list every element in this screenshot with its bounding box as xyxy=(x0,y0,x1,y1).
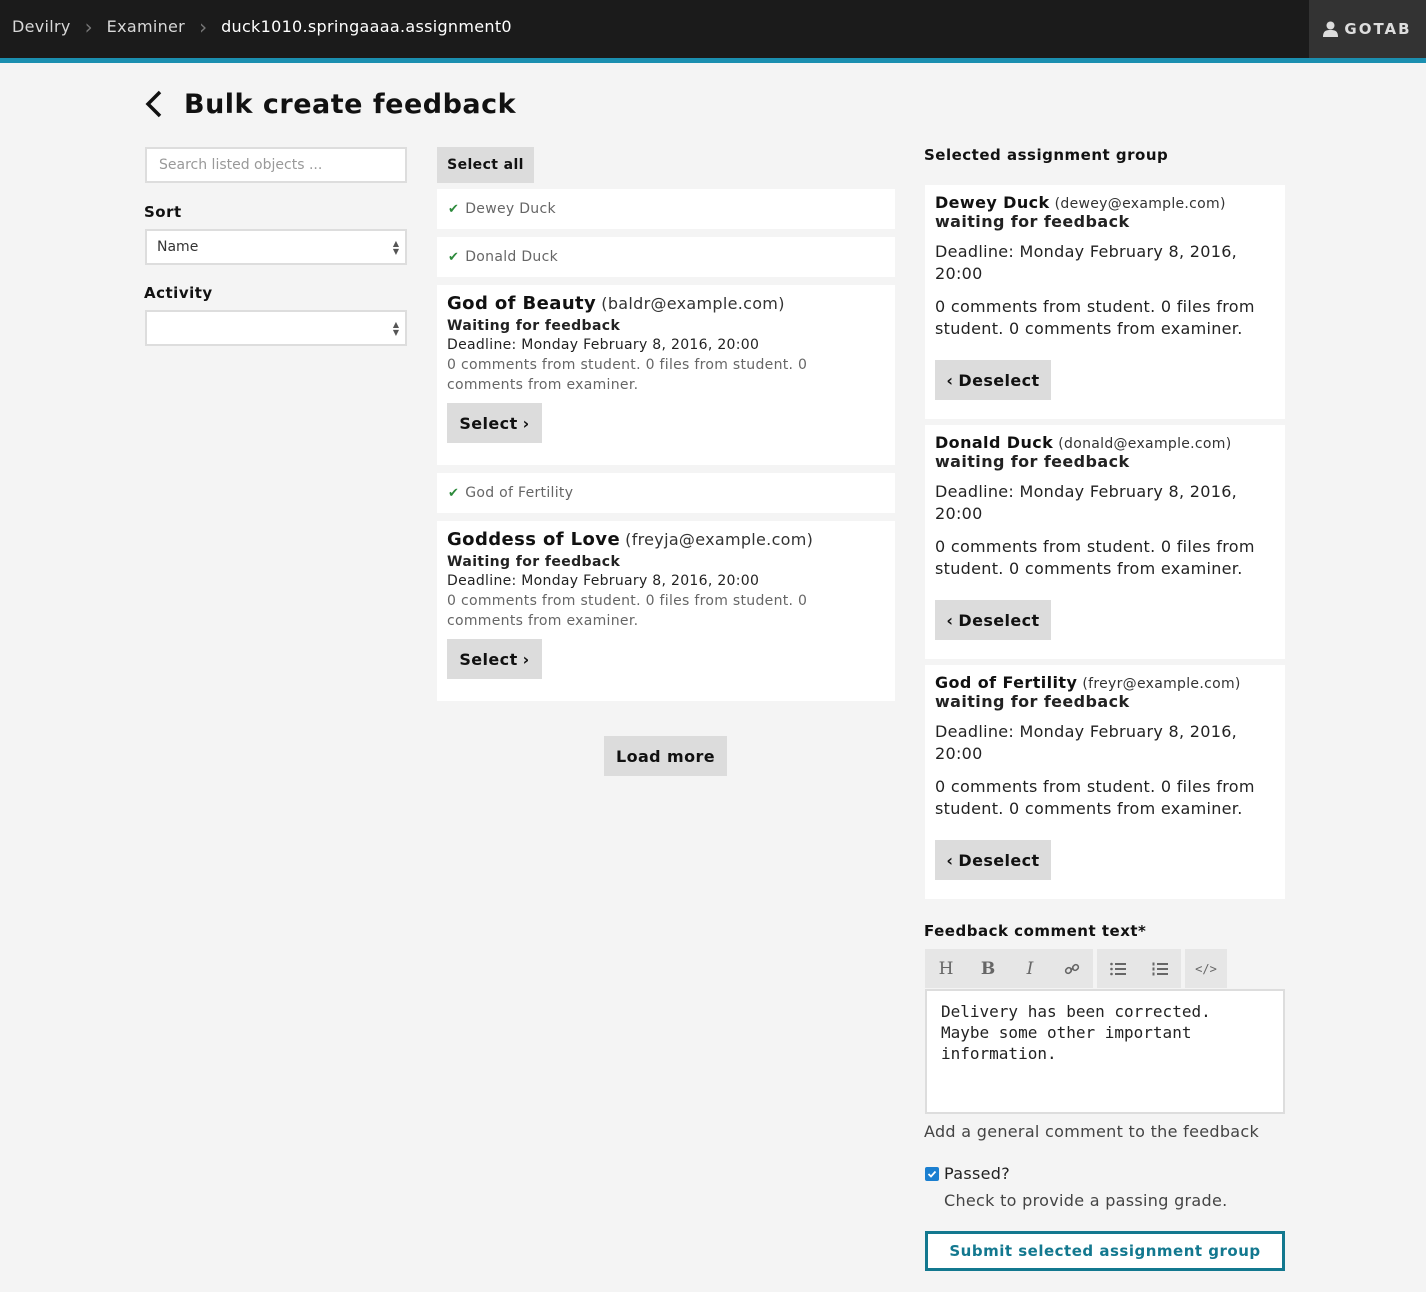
user-name: GOTAB xyxy=(1344,20,1412,38)
toolbar-group-lists xyxy=(1097,949,1181,988)
deadline-text: Deadline: Monday February 8, 2016, 20:00 xyxy=(935,242,1238,283)
passed-label[interactable]: Passed? xyxy=(944,1164,1010,1183)
user-icon xyxy=(1323,21,1339,37)
page-title: Bulk create feedback xyxy=(184,88,517,120)
chevron-right-icon: › xyxy=(522,413,530,433)
comments-summary: 0 comments from student. 0 files from st… xyxy=(935,777,1255,818)
sort-select-value: Name xyxy=(157,239,199,255)
toolbar-group-format: H B I xyxy=(925,949,1093,988)
deadline-text: Deadline: Monday February 8, 2016, 20:00 xyxy=(935,482,1238,523)
submit-button[interactable]: Submit selected assignment group xyxy=(925,1231,1285,1271)
passed-checkbox[interactable] xyxy=(925,1167,939,1181)
student-name: Donald Duck xyxy=(935,433,1054,452)
selected-list-item[interactable]: ✔ Donald Duck xyxy=(437,237,895,277)
student-email: (freyja@example.com) xyxy=(625,530,814,549)
selected-group-card: God of Fertility (freyr@example.com) wai… xyxy=(925,665,1285,899)
code-icon[interactable]: </> xyxy=(1185,949,1227,988)
student-name: Goddess of Love xyxy=(447,529,621,550)
bullet-list-icon[interactable] xyxy=(1097,949,1139,988)
status-text: waiting for feedback xyxy=(935,452,1130,471)
select-all-button[interactable]: Select all xyxy=(437,147,534,183)
bold-icon[interactable]: B xyxy=(967,949,1009,988)
list-item-name: Donald Duck xyxy=(465,249,558,265)
numbered-list-icon[interactable] xyxy=(1139,949,1181,988)
deselect-button-label: Deselect xyxy=(958,370,1040,390)
deadline-text: Deadline: Monday February 8, 2016, 20:00 xyxy=(935,722,1238,763)
deselect-button[interactable]: ‹ Deselect xyxy=(935,840,1051,880)
selected-group-card: Donald Duck (donald@example.com) waiting… xyxy=(925,425,1285,659)
breadcrumb: Devilry › Examiner › duck1010.springaaaa… xyxy=(12,14,512,39)
checkmark-icon: ✔ xyxy=(448,249,460,265)
sort-select[interactable]: Name ▲ ▼ xyxy=(145,229,407,265)
chevron-right-icon: › xyxy=(84,14,93,39)
breadcrumb-assignment: duck1010.springaaaa.assignment0 xyxy=(221,17,512,36)
student-email: (donald@example.com) xyxy=(1058,436,1232,452)
status-text: Waiting for feedback xyxy=(447,318,621,334)
breadcrumb-devilry[interactable]: Devilry xyxy=(12,17,71,36)
chevron-left-icon: ‹ xyxy=(946,370,954,390)
select-button-label: Select xyxy=(459,413,518,433)
top-navbar: Devilry › Examiner › duck1010.springaaaa… xyxy=(0,0,1426,63)
toolbar-group-code: </> xyxy=(1185,949,1227,988)
editor-toolbar: H B I </> xyxy=(925,949,1231,988)
comments-summary: 0 comments from student. 0 files from st… xyxy=(935,297,1255,338)
heading-icon[interactable]: H xyxy=(925,949,967,988)
selected-list-item[interactable]: ✔ God of Fertility xyxy=(437,473,895,513)
italic-icon[interactable]: I xyxy=(1009,949,1051,988)
selected-heading: Selected assignment group xyxy=(924,146,1169,164)
load-more-button[interactable]: Load more xyxy=(604,736,727,776)
deselect-button[interactable]: ‹ Deselect xyxy=(935,360,1051,400)
select-arrows-icon: ▲ ▼ xyxy=(392,320,399,337)
student-name: God of Beauty xyxy=(447,293,597,314)
activity-select[interactable]: ▲ ▼ xyxy=(145,310,407,346)
chevron-left-icon: ‹ xyxy=(946,850,954,870)
list-item-name: Dewey Duck xyxy=(465,201,556,217)
select-arrows-icon: ▲ ▼ xyxy=(392,239,399,256)
back-arrow-icon[interactable] xyxy=(144,88,168,120)
comments-summary: 0 comments from student. 0 files from st… xyxy=(447,593,808,629)
link-icon[interactable] xyxy=(1051,949,1093,988)
sort-label: Sort xyxy=(144,203,182,221)
page-header: Bulk create feedback xyxy=(144,88,516,120)
checkmark-icon: ✔ xyxy=(448,485,460,501)
chevron-right-icon: › xyxy=(522,649,530,669)
passed-help-text: Check to provide a passing grade. xyxy=(944,1191,1228,1210)
status-text: Waiting for feedback xyxy=(447,554,621,570)
select-button[interactable]: Select › xyxy=(447,403,542,443)
student-email: (dewey@example.com) xyxy=(1054,196,1226,212)
deadline-text: Deadline: Monday February 8, 2016, 20:00 xyxy=(447,337,760,353)
comments-summary: 0 comments from student. 0 files from st… xyxy=(447,357,808,393)
list-item: Goddess of Love (freyja@example.com) Wai… xyxy=(437,521,895,701)
checkmark-icon xyxy=(927,1170,937,1178)
student-name: God of Fertility xyxy=(935,673,1078,692)
deselect-button-label: Deselect xyxy=(958,850,1040,870)
deselect-button-label: Deselect xyxy=(958,610,1040,630)
feedback-label: Feedback comment text* xyxy=(924,922,1147,940)
status-text: waiting for feedback xyxy=(935,212,1130,231)
user-menu-button[interactable]: GOTAB xyxy=(1309,0,1426,58)
chevron-left-icon: ‹ xyxy=(946,610,954,630)
selected-list-item[interactable]: ✔ Dewey Duck xyxy=(437,189,895,229)
deselect-button[interactable]: ‹ Deselect xyxy=(935,600,1051,640)
comments-summary: 0 comments from student. 0 files from st… xyxy=(935,537,1255,578)
select-button-label: Select xyxy=(459,649,518,669)
search-input[interactable] xyxy=(145,147,407,183)
selected-group-card: Dewey Duck (dewey@example.com) waiting f… xyxy=(925,185,1285,419)
feedback-textarea[interactable]: Delivery has been corrected. Maybe some … xyxy=(925,989,1285,1114)
list-item: God of Beauty (baldr@example.com) Waitin… xyxy=(437,285,895,465)
checkmark-icon: ✔ xyxy=(448,201,460,217)
chevron-right-icon: › xyxy=(199,14,208,39)
status-text: waiting for feedback xyxy=(935,692,1130,711)
select-button[interactable]: Select › xyxy=(447,639,542,679)
feedback-help-text: Add a general comment to the feedback xyxy=(924,1122,1260,1141)
student-name: Dewey Duck xyxy=(935,193,1050,212)
deadline-text: Deadline: Monday February 8, 2016, 20:00 xyxy=(447,573,760,589)
activity-label: Activity xyxy=(144,284,213,302)
student-email: (freyr@example.com) xyxy=(1082,676,1241,692)
breadcrumb-examiner[interactable]: Examiner xyxy=(107,17,185,36)
student-email: (baldr@example.com) xyxy=(601,294,785,313)
list-item-name: God of Fertility xyxy=(465,485,574,501)
